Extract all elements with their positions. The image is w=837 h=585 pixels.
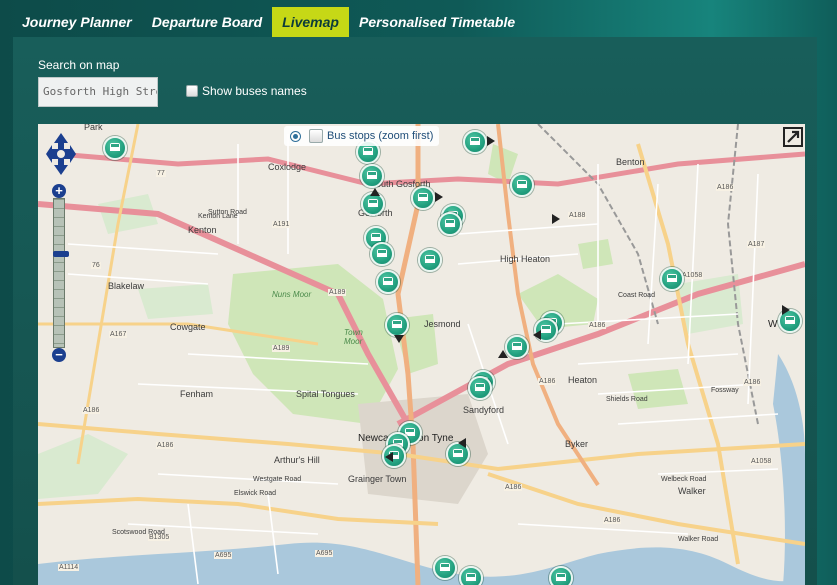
bus-icon[interactable] <box>505 335 529 359</box>
bus-icon[interactable] <box>360 164 384 188</box>
bus-direction-pointer <box>394 335 404 343</box>
bus-icon[interactable] <box>463 130 487 154</box>
road-ref: A186 <box>538 378 557 385</box>
bus-icon[interactable] <box>385 313 409 337</box>
bus-icon[interactable] <box>411 186 435 210</box>
tab-personalised-timetable[interactable]: Personalised Timetable <box>349 7 525 37</box>
tab-journey-planner[interactable]: Journey Planner <box>12 7 142 37</box>
place-label: Spital Tongues <box>296 389 355 399</box>
pan-control-icon[interactable] <box>45 131 77 177</box>
place-label: Grainger Town <box>348 474 407 484</box>
road-ref: A189 <box>272 345 291 352</box>
place-label: Jesmond <box>424 319 461 329</box>
bus-stops-label: Bus stops (zoom first) <box>327 130 434 142</box>
zoom-in-icon[interactable]: + <box>52 184 66 198</box>
bus-icon[interactable] <box>549 566 573 585</box>
layer-switcher: Bus stops (zoom first) <box>284 126 440 146</box>
livemap-panel: Search on map Gosforth High Street-T Sho… <box>13 37 817 585</box>
place-label: Coast Road <box>618 292 655 299</box>
bus-icon[interactable] <box>660 267 684 291</box>
place-label: W <box>768 319 778 330</box>
main-nav: Journey Planner Departure Board Livemap … <box>12 7 525 37</box>
road-ref: A191 <box>272 221 291 228</box>
bus-icon[interactable] <box>459 566 483 585</box>
road-ref: A167 <box>109 331 128 338</box>
place-label: Kenton <box>188 225 217 235</box>
road-ref: A1058 <box>750 458 773 465</box>
road-ref: A186 <box>743 379 762 386</box>
zoom-slider-track[interactable] <box>53 198 69 348</box>
place-label: Welbeck Road <box>661 476 707 483</box>
place-label: Cowgate <box>170 322 206 332</box>
road-ref: A186 <box>504 484 523 491</box>
bus-icon[interactable] <box>370 242 394 266</box>
place-label: Benton <box>616 157 645 167</box>
bus-direction-pointer <box>533 330 541 340</box>
bus-icon[interactable] <box>438 212 462 236</box>
road-ref: A186 <box>588 322 607 329</box>
place-label: Fenham <box>180 389 214 399</box>
road-ref: A188 <box>568 212 587 219</box>
bus-direction-pointer <box>782 305 790 315</box>
place-label: High Heaton <box>500 254 551 264</box>
fullscreen-icon[interactable] <box>780 124 805 150</box>
zoom-slider-handle[interactable] <box>53 251 69 257</box>
bus-direction-pointer <box>487 136 495 146</box>
place-label: Fossway <box>711 387 739 394</box>
road-ref: A186 <box>603 517 622 524</box>
bus-direction-pointer <box>370 188 380 196</box>
place-label: Arthur's Hill <box>274 455 320 465</box>
bus-icon[interactable] <box>376 270 400 294</box>
road-ref: A695 <box>315 550 334 557</box>
road-ref: A695 <box>214 552 233 559</box>
place-label: Town Moor <box>344 328 363 346</box>
road-ref: A186 <box>156 442 175 449</box>
place-label: Nuns Moor <box>272 290 312 299</box>
road-ref: A186 <box>82 407 101 414</box>
bus-icon[interactable] <box>468 376 492 400</box>
place-label: Walker Road <box>678 536 719 543</box>
place-label: Westgate Road <box>253 476 302 483</box>
road-ref: A1058 <box>681 272 704 279</box>
road-ref: A189 <box>328 289 347 296</box>
bus-direction-pointer <box>458 438 466 448</box>
bus-direction-pointer <box>435 192 443 202</box>
tab-livemap[interactable]: Livemap <box>272 7 349 37</box>
bus-direction-pointer <box>552 214 560 224</box>
place-label: Byker <box>565 439 589 449</box>
place-label: Coxlodge <box>268 162 307 172</box>
road-ref: 76 <box>91 262 101 269</box>
search-label: Search on map <box>38 58 120 72</box>
road-ref: A187 <box>747 241 766 248</box>
show-buses-names-checkbox[interactable] <box>186 85 198 97</box>
zoom-control: + − <box>52 184 69 362</box>
place-label: Shields Road <box>606 396 648 403</box>
live-map[interactable]: Park Coxlodge South Gosforth Benton Gosf… <box>38 124 805 585</box>
place-label: Sutton Road <box>208 209 247 216</box>
road-ref: A186 <box>716 184 735 191</box>
place-label: Sandyford <box>463 405 505 415</box>
road-ref: 77 <box>156 170 166 177</box>
place-label: Walker <box>678 486 706 496</box>
bus-icon[interactable] <box>433 556 457 580</box>
show-buses-names-toggle[interactable]: Show buses names <box>186 84 307 98</box>
bus-icon[interactable] <box>510 173 534 197</box>
search-input[interactable]: Gosforth High Street-T <box>38 77 158 107</box>
place-label: Park <box>84 124 103 132</box>
road-ref: A1114 <box>58 564 80 571</box>
bus-icon[interactable] <box>103 136 127 160</box>
show-buses-names-label: Show buses names <box>202 84 307 98</box>
zoom-out-icon[interactable]: − <box>52 348 66 362</box>
bus-stops-checkbox[interactable] <box>309 129 323 143</box>
place-label: Elswick Road <box>234 490 277 497</box>
place-label: Heaton <box>568 375 598 385</box>
place-label: Blakelaw <box>108 281 145 291</box>
base-layer-radio-icon[interactable] <box>290 130 301 142</box>
bus-direction-pointer <box>498 350 508 358</box>
tab-departure-board[interactable]: Departure Board <box>142 7 272 37</box>
bus-direction-pointer <box>385 452 393 462</box>
road-ref: B1305 <box>148 534 171 541</box>
bus-icon[interactable] <box>418 248 442 272</box>
